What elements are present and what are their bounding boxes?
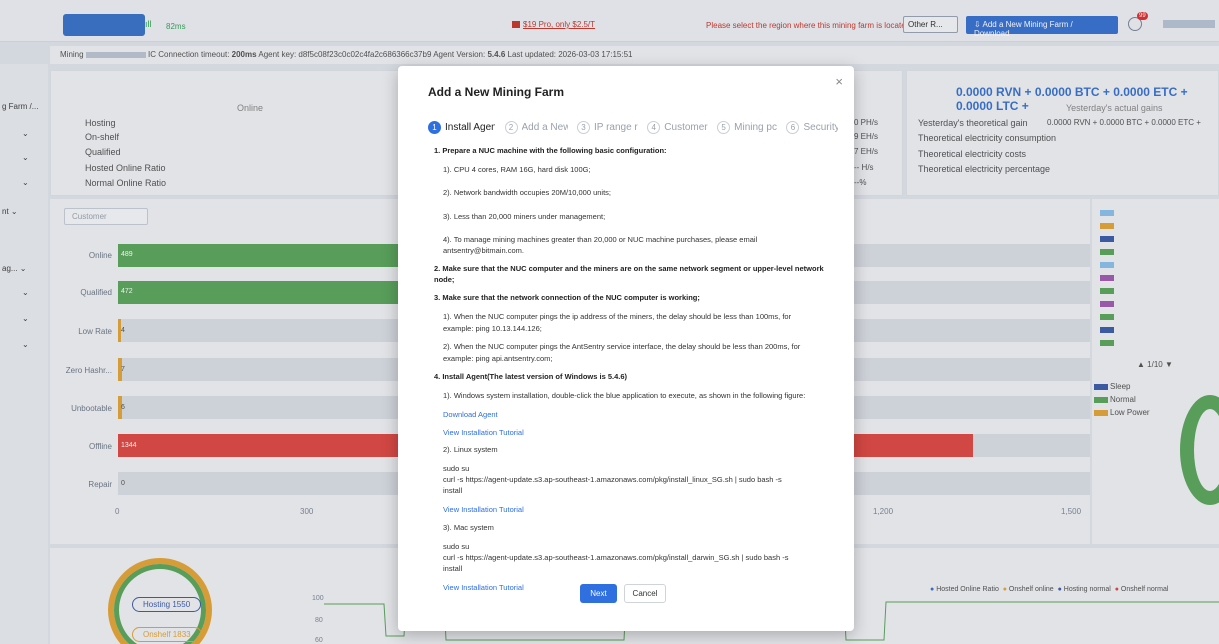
- command-line: install: [443, 486, 463, 495]
- command-line: curl -s https://agent-update.s3.ap-south…: [443, 553, 789, 562]
- step-label: IP range r: [594, 122, 638, 133]
- modal-title: Add a New Mining Farm: [428, 85, 565, 99]
- instruction-line: 4). To manage mining machines greater th…: [443, 235, 758, 244]
- step-6[interactable]: 6Security Settings: [786, 121, 838, 134]
- instruction-line: 1). When the NUC computer pings the ip a…: [443, 312, 792, 321]
- instruction-heading: 3. Make sure that the network connection…: [434, 293, 700, 302]
- step-indicator: 1 Install Agent 2 Add a New 3 IP range r 4C…: [428, 121, 838, 137]
- instruction-line: 3). Mac system: [443, 523, 494, 532]
- instruction-line: 1). Windows system installation, double-…: [443, 391, 806, 400]
- download-agent-link[interactable]: Download Agent: [443, 410, 498, 421]
- step-2[interactable]: 2 Add a New: [504, 121, 568, 134]
- step-number: 1: [428, 121, 441, 134]
- step-4[interactable]: 4 Customer: [647, 121, 708, 134]
- instruction-line: 1). CPU 4 cores, RAM 16G, hard disk 100G…: [443, 165, 591, 174]
- cancel-button[interactable]: Cancel: [624, 584, 666, 603]
- step-number: 4: [647, 121, 661, 134]
- instruction-heading: 2. Make sure that the NUC computer and t…: [434, 264, 824, 273]
- close-icon[interactable]: ×: [835, 74, 843, 89]
- step-3[interactable]: 3 IP range r: [577, 121, 638, 134]
- step-5[interactable]: 5 Mining pc: [717, 121, 777, 134]
- command-line: curl -s https://agent-update.s3.ap-south…: [443, 475, 782, 484]
- command-line: install: [443, 564, 463, 573]
- command-line: sudo su: [443, 542, 470, 551]
- windows-tutorial-link[interactable]: View Installation Tutorial: [443, 428, 524, 439]
- command-line: sudo su: [443, 464, 470, 473]
- step-1[interactable]: 1 Install Agent: [428, 121, 495, 134]
- instruction-line: antsentry@bitmain.com.: [443, 246, 524, 255]
- step-label: Mining pc: [734, 122, 777, 133]
- instruction-line: 2). Network bandwidth occupies 20M/10,00…: [443, 188, 612, 197]
- linux-tutorial-link[interactable]: View Installation Tutorial: [443, 505, 524, 516]
- instruction-line: 2). When the NUC computer pings the AntS…: [443, 342, 801, 351]
- step-label: Add a New: [521, 122, 568, 133]
- step-label: Customer: [664, 122, 708, 133]
- instruction-heading: node;: [434, 275, 455, 284]
- instruction-heading: 4. Install Agent(The latest version of W…: [434, 372, 628, 381]
- step-number: 6: [786, 121, 800, 134]
- step-label: Security Settings: [803, 122, 838, 133]
- instruction-line: example: ping 10.13.144.126;: [443, 324, 542, 333]
- instruction-heading: 1. Prepare a NUC machine with the follow…: [434, 146, 667, 155]
- instruction-line: 3). Less than 20,000 miners under manage…: [443, 212, 606, 221]
- step-label: Install Agent: [445, 122, 495, 133]
- mac-tutorial-link[interactable]: View Installation Tutorial: [443, 583, 524, 594]
- add-farm-modal: × Add a New Mining Farm 1 Install Agent 2…: [398, 66, 854, 631]
- step-number: 2: [504, 121, 518, 134]
- next-button[interactable]: Next: [580, 584, 617, 603]
- instruction-line: example: ping api.antsentry.com;: [443, 354, 553, 363]
- step-number: 5: [717, 121, 731, 134]
- step-number: 3: [577, 121, 591, 134]
- instruction-line: 2). Linux system: [443, 445, 498, 454]
